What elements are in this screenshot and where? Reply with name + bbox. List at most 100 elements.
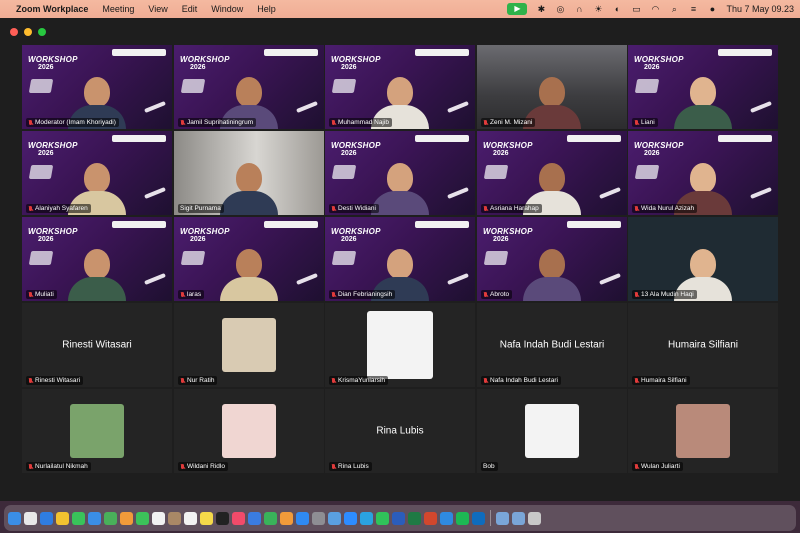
numbers-icon[interactable]	[264, 511, 277, 525]
participant-name: Moderator (Imam Khoriyadi)	[35, 119, 116, 126]
maps-icon[interactable]	[104, 511, 117, 525]
tv-icon[interactable]	[216, 511, 229, 525]
pages-icon[interactable]	[280, 511, 293, 525]
photos-icon[interactable]	[120, 511, 133, 525]
clock[interactable]: Thu 7 May 09.23	[726, 4, 794, 14]
telegram-icon[interactable]	[360, 511, 373, 525]
participant-name: Desti Widiani	[338, 205, 376, 212]
participant-tile[interactable]: Bob	[477, 389, 627, 473]
participant-name: KrismaYuniarsih	[338, 377, 385, 384]
spotify-icon[interactable]	[456, 511, 469, 525]
menu-meeting[interactable]: Meeting	[102, 4, 134, 14]
participant-tile[interactable]: WORKSHOP 2026 Liani	[628, 45, 778, 129]
participant-tile[interactable]: Nafa Indah Budi Lestari Nafa Indah Budi L…	[477, 303, 627, 387]
participant-tile[interactable]: Zeni M. Mizani	[477, 45, 627, 129]
settings-icon[interactable]	[312, 511, 325, 525]
participant-tile[interactable]: WORKSHOP 2026 Desti Widiani	[325, 131, 475, 215]
folder-icon[interactable]	[512, 511, 525, 525]
participant-name: Muhammad Najib	[338, 119, 389, 126]
book-graphic	[634, 79, 660, 93]
menu-app-name[interactable]: Zoom Workplace	[16, 4, 88, 14]
outlook-icon[interactable]	[472, 511, 485, 525]
participant-tile[interactable]: KrismaYuniarsih	[325, 303, 475, 387]
control-center-icon[interactable]: ≡	[688, 4, 698, 14]
search-icon[interactable]: ⌕	[669, 4, 679, 14]
menu-edit[interactable]: Edit	[182, 4, 198, 14]
banner-title: WORKSHOP	[634, 141, 684, 150]
participant-tile[interactable]: WORKSHOP 2026 Dian Febrianingsih	[325, 217, 475, 301]
safari-icon[interactable]	[40, 511, 53, 525]
keynote-icon[interactable]	[248, 511, 261, 525]
launchpad-icon[interactable]	[24, 511, 37, 525]
zoom-meeting-window: WORKSHOP 2026 Moderator (Imam Khoriyadi) WO…	[0, 18, 800, 501]
banner-title: WORKSHOP	[331, 227, 381, 236]
muted-mic-icon	[483, 205, 488, 212]
preview-icon[interactable]	[328, 511, 341, 525]
muted-mic-icon	[180, 119, 185, 126]
focus-icon[interactable]: ◐	[612, 4, 622, 14]
dock	[4, 505, 796, 531]
participant-video-feed	[523, 249, 581, 301]
zoom-icon[interactable]	[344, 511, 357, 525]
menu-help[interactable]: Help	[257, 4, 276, 14]
word-icon[interactable]	[392, 511, 405, 525]
participant-tile[interactable]: Nur Ratih	[174, 303, 324, 387]
wifi-icon[interactable]: ◠	[650, 4, 660, 14]
brightness-icon[interactable]: ☀	[593, 4, 603, 14]
banner-year: 2026	[341, 64, 357, 71]
headphones-icon[interactable]: ∩	[574, 4, 584, 14]
participant-tile[interactable]: WORKSHOP 2026 Jamil Suprihatiningrum	[174, 45, 324, 129]
participant-tile[interactable]: WORKSHOP 2026 Alaniyah Syafaren	[22, 131, 172, 215]
excel-icon[interactable]	[408, 511, 421, 525]
participant-name-tag: Humaira Silfiani	[632, 376, 690, 385]
participant-tile[interactable]: Nurlailatul Nikmah	[22, 389, 172, 473]
app-store-icon[interactable]	[296, 511, 309, 525]
participant-tile[interactable]: 13 Ala Mudin Haqi	[628, 217, 778, 301]
muted-mic-icon	[483, 291, 488, 298]
trash-icon[interactable]	[528, 511, 541, 525]
participant-tile[interactable]: Sigit Purnama	[174, 131, 324, 215]
music-icon[interactable]	[232, 511, 245, 525]
contacts-icon[interactable]	[168, 511, 181, 525]
battery-icon[interactable]: ▭	[631, 4, 641, 14]
messages-icon[interactable]	[72, 511, 85, 525]
participant-tile[interactable]: WORKSHOP 2026 Abroto	[477, 217, 627, 301]
calendar-icon[interactable]	[152, 511, 165, 525]
user-icon[interactable]: ●	[707, 4, 717, 14]
profile-picture	[367, 311, 433, 379]
mail-icon[interactable]	[88, 511, 101, 525]
participant-tile[interactable]: Humaira Silfiani Humaira Silfiani	[628, 303, 778, 387]
participant-tile[interactable]: WORKSHOP 2026 Muliati	[22, 217, 172, 301]
edge-icon[interactable]	[440, 511, 453, 525]
participant-name: laras	[187, 291, 202, 298]
participant-tile[interactable]: WORKSHOP 2026 Asriana Harahap	[477, 131, 627, 215]
facetime-icon[interactable]: ▶	[507, 3, 528, 15]
notes-icon[interactable]	[200, 511, 213, 525]
fullscreen-window-button[interactable]	[38, 28, 46, 36]
facetime-icon[interactable]	[136, 511, 149, 525]
muted-mic-icon	[483, 377, 488, 384]
participant-tile[interactable]: WORKSHOP 2026 Wida Nurul Azizah	[628, 131, 778, 215]
participant-tile[interactable]: WORKSHOP 2026 laras	[174, 217, 324, 301]
whatsapp-icon[interactable]	[376, 511, 389, 525]
airdrop-icon[interactable]: ◎	[555, 4, 565, 14]
participant-video-feed	[371, 163, 429, 215]
finder-icon[interactable]	[8, 511, 21, 525]
participant-tile[interactable]: WORKSHOP 2026 Muhammad Najib	[325, 45, 475, 129]
participant-tile[interactable]: Wildani Ridlo	[174, 389, 324, 473]
participant-tile[interactable]: WORKSHOP 2026 Moderator (Imam Khoriyadi)	[22, 45, 172, 129]
powerpoint-icon[interactable]	[424, 511, 437, 525]
reminders-icon[interactable]	[184, 511, 197, 525]
muted-mic-icon	[180, 291, 185, 298]
bluetooth-icon[interactable]: ✱	[536, 4, 546, 14]
chrome-icon[interactable]	[56, 511, 69, 525]
pen-graphic	[447, 273, 469, 285]
menu-view[interactable]: View	[148, 4, 167, 14]
participant-tile[interactable]: Rina Lubis Rina Lubis	[325, 389, 475, 473]
close-window-button[interactable]	[10, 28, 18, 36]
participant-tile[interactable]: Wulan Juliarti	[628, 389, 778, 473]
participant-tile[interactable]: Rinesti Witasari Rinesti Witasari	[22, 303, 172, 387]
folder-icon[interactable]	[496, 511, 509, 525]
menu-window[interactable]: Window	[211, 4, 243, 14]
minimize-window-button[interactable]	[24, 28, 32, 36]
